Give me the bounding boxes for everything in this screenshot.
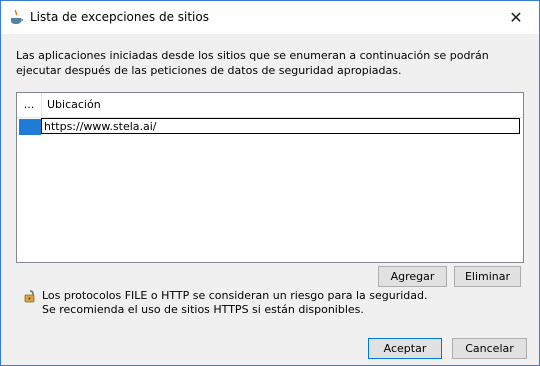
- column-header-index[interactable]: ...: [17, 93, 42, 117]
- java-icon: [11, 9, 23, 24]
- lock-icon: [24, 290, 35, 303]
- description-text: Las aplicaciones iniciadas desde los sit…: [16, 49, 489, 77]
- exception-site-table[interactable]: ... Ubicación https://www.stela.ai/: [16, 92, 524, 263]
- add-button[interactable]: Agregar: [378, 266, 447, 287]
- warning-line-2: Se recomienda el uso de sitios HTTPS si …: [42, 303, 364, 316]
- window-title: Lista de excepciones de sitios: [30, 10, 209, 24]
- table-header: ... Ubicación: [17, 93, 523, 118]
- location-cell-editor[interactable]: https://www.stela.ai/: [41, 118, 520, 134]
- site-exception-dialog: Lista de excepciones de sitios ✕ Las apl…: [0, 0, 540, 366]
- warning-line-1: Los protocolos FILE o HTTP se consideran…: [42, 289, 428, 302]
- column-header-location[interactable]: Ubicación: [47, 93, 101, 117]
- close-icon: ✕: [509, 8, 523, 27]
- accept-button[interactable]: Aceptar: [368, 338, 442, 359]
- title-bar: Lista de excepciones de sitios ✕: [1, 1, 539, 34]
- remove-button[interactable]: Eliminar: [454, 266, 521, 287]
- row-selector-cell[interactable]: [19, 119, 41, 135]
- security-warning: Los protocolos FILE o HTTP se consideran…: [42, 289, 428, 317]
- table-row[interactable]: https://www.stela.ai/: [17, 118, 523, 135]
- cancel-button[interactable]: Cancelar: [452, 338, 527, 359]
- close-button[interactable]: ✕: [493, 1, 539, 34]
